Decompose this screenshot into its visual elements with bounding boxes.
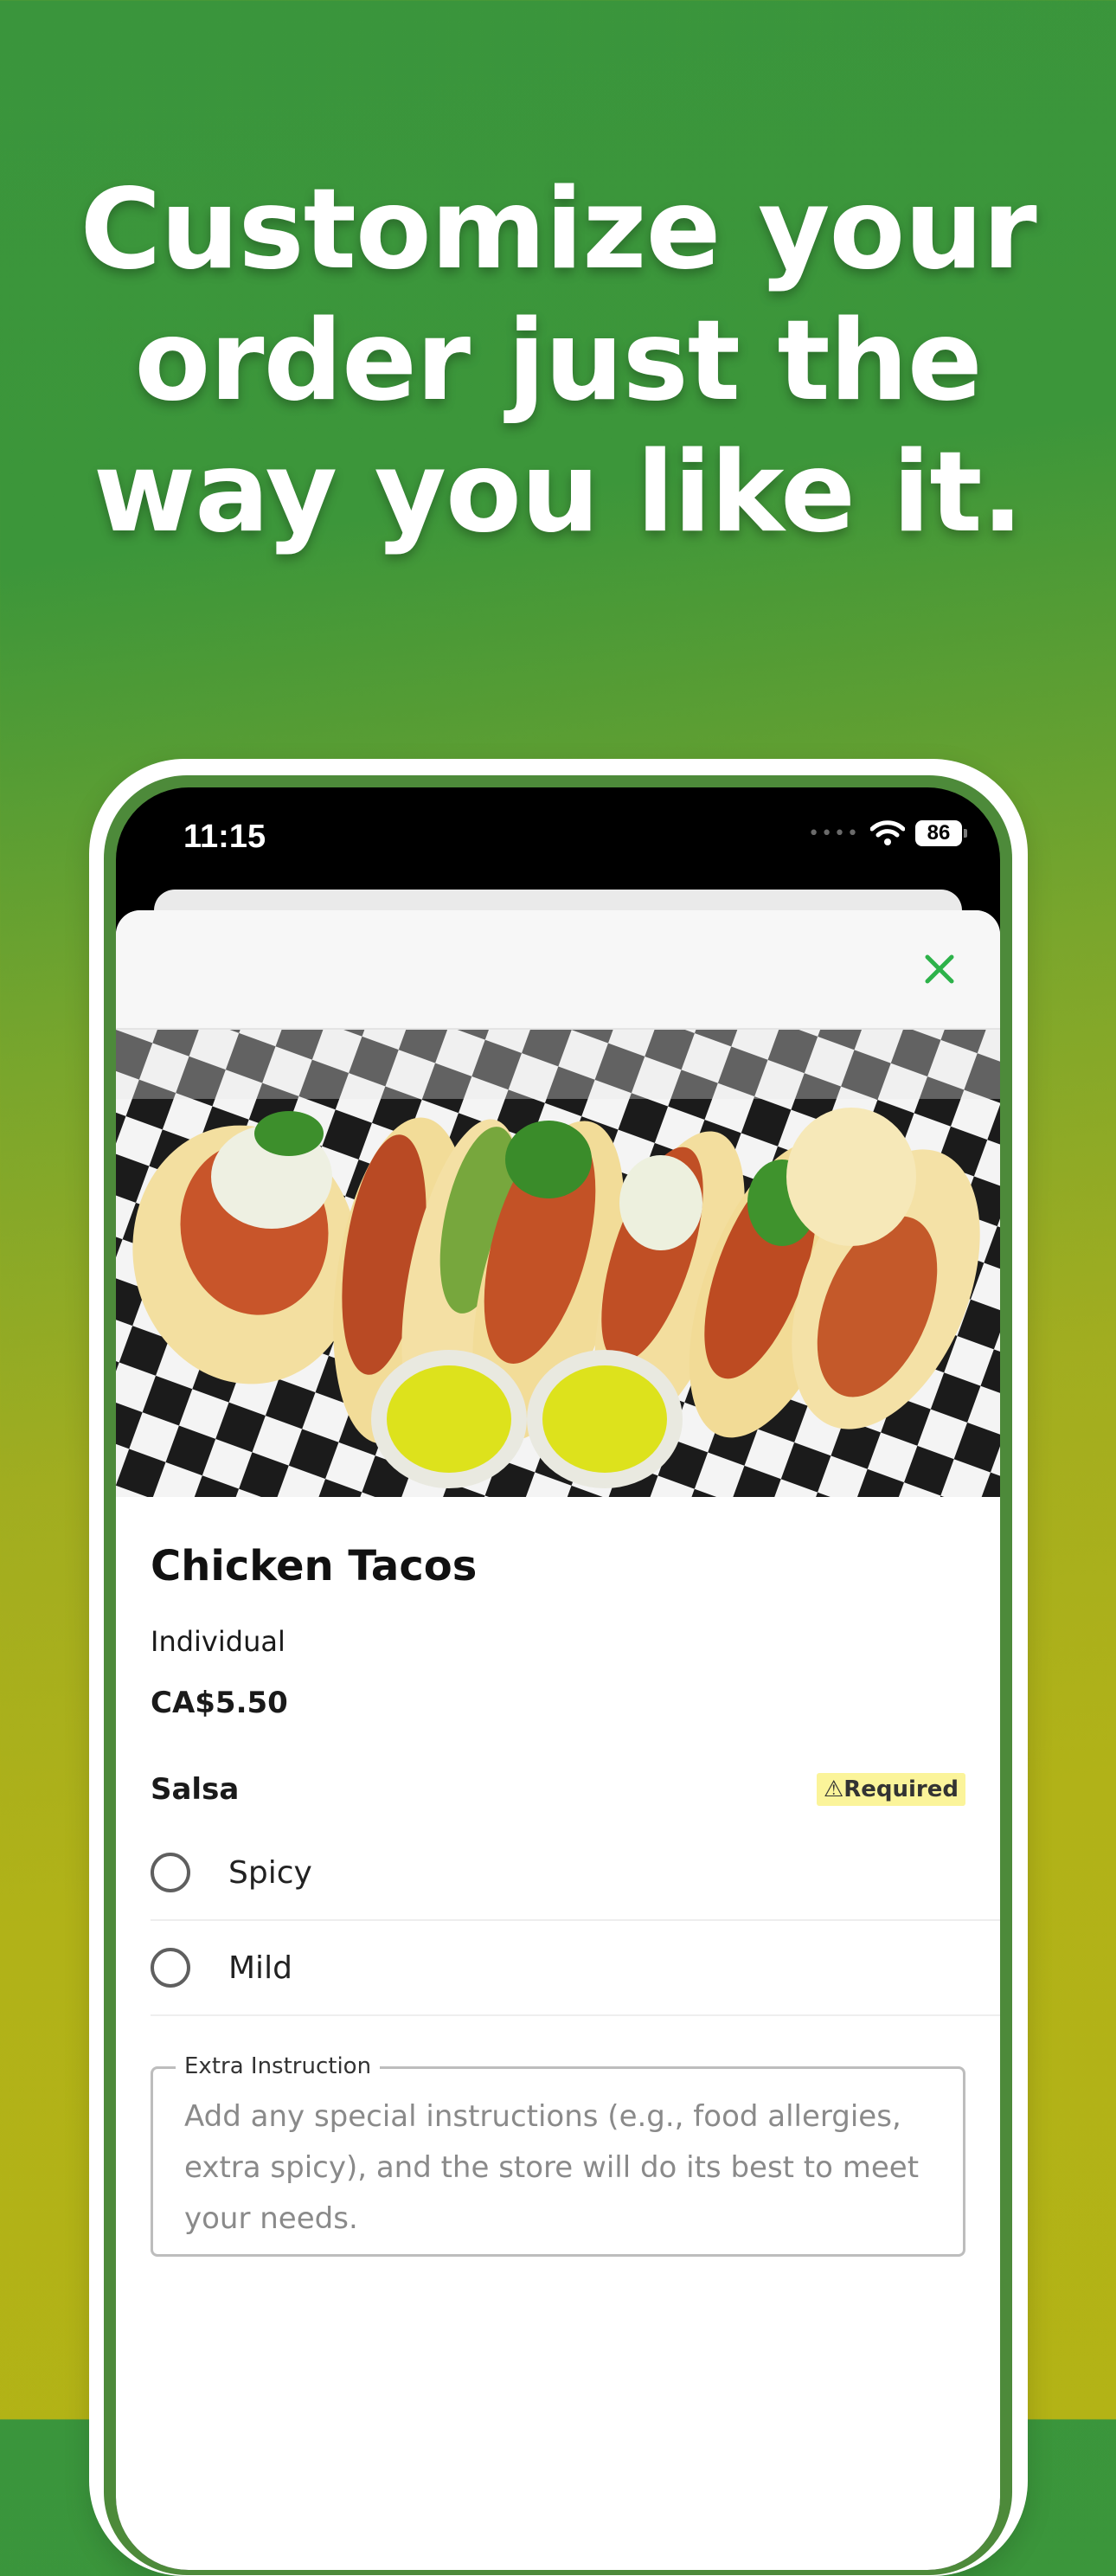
required-label: Required	[843, 1776, 959, 1802]
item-price: CA$5.50	[151, 1686, 288, 1720]
option-label: Mild	[228, 1950, 292, 1986]
option-label: Spicy	[228, 1854, 312, 1891]
item-customization-sheet: Chicken Tacos Individual CA$5.50 Salsa ⚠…	[116, 910, 1000, 2570]
promo-headline-line-3: way you like it.	[93, 428, 1023, 557]
item-variant: Individual	[151, 1625, 285, 1658]
status-icons: •••• 86	[808, 820, 967, 846]
status-time: 11:15	[183, 819, 266, 855]
close-icon[interactable]	[920, 950, 959, 988]
modifier-group-title: Salsa	[151, 1772, 240, 1807]
sheet-header	[116, 910, 1000, 1030]
item-name: Chicken Tacos	[151, 1542, 478, 1590]
item-details: Chicken Tacos Individual CA$5.50 Salsa ⚠…	[116, 1542, 1000, 2257]
extra-instruction-field[interactable]: Extra Instruction Add any special instru…	[151, 2053, 965, 2257]
modifier-options: Spicy Mild	[151, 1826, 1000, 2016]
battery-icon: 86	[915, 820, 967, 846]
modifier-group-header: Salsa ⚠Required	[151, 1772, 965, 1807]
radio-button[interactable]	[151, 1853, 190, 1892]
promo-headline-line-1: Customize your	[80, 165, 1036, 294]
chicken-tacos-photo	[116, 1030, 1000, 1497]
wifi-icon	[870, 820, 905, 845]
required-badge: ⚠Required	[816, 1773, 965, 1806]
promo-headline-line-2: order just the	[134, 297, 982, 426]
radio-button[interactable]	[151, 1948, 190, 1988]
promo-headline: Customize your order just the way you li…	[0, 164, 1116, 559]
phone-screen: 11:15 •••• 86 Chicken Tacos Individual C…	[116, 787, 1000, 2570]
option-mild[interactable]: Mild	[151, 1921, 1000, 2016]
extra-instruction-placeholder: Add any special instructions (e.g., food…	[184, 2099, 920, 2236]
extra-instruction-label: Extra Instruction	[176, 2053, 381, 2079]
option-spicy[interactable]: Spicy	[151, 1826, 1000, 1921]
warning-icon: ⚠	[823, 1776, 844, 1802]
signal-dots-icon: ••••	[808, 822, 860, 845]
